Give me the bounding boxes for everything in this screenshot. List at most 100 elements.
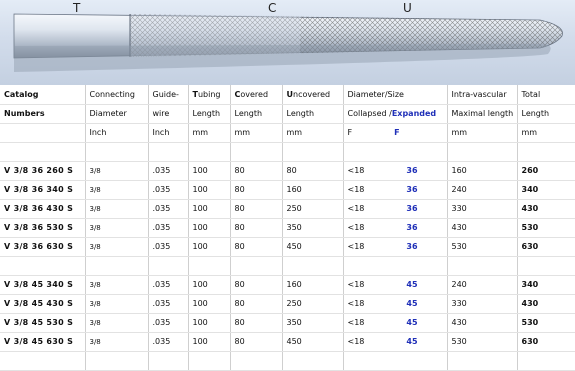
cell-intravascular: 160 xyxy=(446,161,517,181)
cell-connecting-value: 3/8 xyxy=(89,167,101,175)
empty-cell xyxy=(342,142,447,162)
cell-covered-value: 80 xyxy=(234,204,245,213)
table-row: V 3/8 45 340 S 3/8 .035 100 80 160 <18 45 240 340 xyxy=(0,275,575,295)
cell-intravascular: 240 xyxy=(446,275,517,295)
cell-connecting: 3/8 xyxy=(84,294,148,314)
cell-tubing-value: 100 xyxy=(192,223,208,232)
cell-tubing: 100 xyxy=(187,313,230,333)
cell-total: 530 xyxy=(516,313,575,333)
cell-tubing: 100 xyxy=(187,180,230,200)
cell-tubing-value: 100 xyxy=(192,166,208,175)
header-text: mm xyxy=(192,128,209,137)
cell-intravascular-value: 330 xyxy=(451,204,467,213)
header-cell-diameter-size: Diameter/Size xyxy=(342,85,447,105)
cell-covered: 80 xyxy=(229,294,282,314)
header-text: Collapsed / xyxy=(347,109,392,118)
cell-guidewire: .035 xyxy=(147,161,188,181)
cell-connecting-value: 3/8 xyxy=(89,281,101,289)
cell-catalog: V 3/8 36 340 S xyxy=(0,180,85,200)
table-row: V 3/8 36 430 S 3/8 .035 100 80 250 <18 36 330 430 xyxy=(0,199,575,219)
cell-connecting: 3/8 xyxy=(84,332,148,352)
cell-total: 630 xyxy=(516,237,575,257)
cell-connecting: 3/8 xyxy=(84,199,148,219)
cell-intravascular-value: 430 xyxy=(451,223,467,232)
cell-expanded-value: 45 xyxy=(406,337,418,346)
empty-cell xyxy=(84,142,148,162)
cell-tubing-value: 100 xyxy=(192,242,208,251)
cell-collapsed-value: <18 xyxy=(347,204,365,213)
product-photo: T C U xyxy=(0,0,575,85)
specification-table: Catalog Connecting Guide- Tubing Covered Unco… xyxy=(0,85,575,371)
cell-expanded-value: 36 xyxy=(406,166,418,175)
empty-cell xyxy=(516,142,575,162)
cell-uncovered-value: 350 xyxy=(286,223,302,232)
header-accent: Expanded xyxy=(391,109,437,118)
cell-connecting-value: 3/8 xyxy=(89,243,101,251)
cell-guidewire: .035 xyxy=(147,199,188,219)
header-cell-catalog xyxy=(0,123,85,143)
cell-uncovered-value: 450 xyxy=(286,337,302,346)
header-text: wire xyxy=(152,109,170,118)
header-text: overed xyxy=(240,89,269,99)
header-cell-uncovered: Uncovered xyxy=(281,85,343,105)
header-text: Length xyxy=(286,109,315,118)
cell-connecting-value: 3/8 xyxy=(89,205,101,213)
cell-collapsed: <18 36 xyxy=(342,161,447,181)
header-cell-uncovered: mm xyxy=(281,123,343,143)
cell-guidewire-value: .035 xyxy=(152,204,171,213)
header-cell-guidewire: Inch xyxy=(147,123,188,143)
empty-cell xyxy=(147,256,188,276)
cell-covered: 80 xyxy=(229,180,282,200)
cell-guidewire: .035 xyxy=(147,313,188,333)
header-text: Catalog xyxy=(4,89,39,99)
cell-uncovered: 450 xyxy=(281,332,343,352)
cell-covered-value: 80 xyxy=(234,166,245,175)
header-cell-diameter-size: FF xyxy=(342,123,447,143)
cell-guidewire: .035 xyxy=(147,275,188,295)
empty-cell xyxy=(187,351,230,371)
cell-tubing-value: 100 xyxy=(192,280,208,289)
cell-connecting-value: 3/8 xyxy=(89,338,101,346)
cell-covered-value: 80 xyxy=(234,280,245,289)
empty-cell xyxy=(229,351,282,371)
header-text: Inch xyxy=(152,128,170,137)
header-text: Length xyxy=(521,109,550,118)
header-cell-connecting: Inch xyxy=(84,123,148,143)
cell-guidewire: .035 xyxy=(147,294,188,314)
empty-cell xyxy=(229,142,282,162)
cell-catalog-value: V 3/8 45 430 S xyxy=(4,299,74,308)
cell-connecting: 3/8 xyxy=(84,275,148,295)
header-cell-catalog: Catalog xyxy=(0,85,85,105)
cell-covered: 80 xyxy=(229,218,282,238)
empty-cell xyxy=(446,256,517,276)
cell-intravascular: 530 xyxy=(446,237,517,257)
cell-tubing: 100 xyxy=(187,161,230,181)
cell-uncovered-value: 350 xyxy=(286,318,302,327)
cell-uncovered-value: 160 xyxy=(286,280,302,289)
empty-cell xyxy=(0,142,85,162)
cell-uncovered-value: 80 xyxy=(286,166,297,175)
header-text: Total xyxy=(521,89,541,99)
cell-uncovered: 250 xyxy=(281,294,343,314)
cell-tubing-value: 100 xyxy=(192,318,208,327)
header-cell-intravascular: Maximal length xyxy=(446,104,517,124)
cell-catalog: V 3/8 36 260 S xyxy=(0,161,85,181)
cell-guidewire: .035 xyxy=(147,332,188,352)
cell-expanded-value: 45 xyxy=(406,299,418,308)
cell-total-value: 530 xyxy=(521,223,539,232)
empty-cell xyxy=(446,351,517,371)
header-text: F xyxy=(347,128,353,137)
table-row: V 3/8 36 260 S 3/8 .035 100 80 80 <18 36 160 260 xyxy=(0,161,575,181)
table-row: V 3/8 45 530 S 3/8 .035 100 80 350 <18 45 430 530 xyxy=(0,313,575,333)
cell-catalog-value: V 3/8 36 260 S xyxy=(4,166,74,175)
cell-intravascular: 330 xyxy=(446,294,517,314)
cell-total: 430 xyxy=(516,199,575,219)
header-text: ubing xyxy=(197,89,221,99)
header-row: Catalog Connecting Guide- Tubing Covered Unco… xyxy=(0,85,575,105)
header-text: mm xyxy=(521,128,538,137)
cell-total: 430 xyxy=(516,294,575,314)
cell-uncovered: 250 xyxy=(281,199,343,219)
header-cell-diameter-size: Collapsed /Expanded xyxy=(342,104,447,124)
spacer-row xyxy=(0,256,575,276)
header-text: Guide- xyxy=(152,89,179,99)
